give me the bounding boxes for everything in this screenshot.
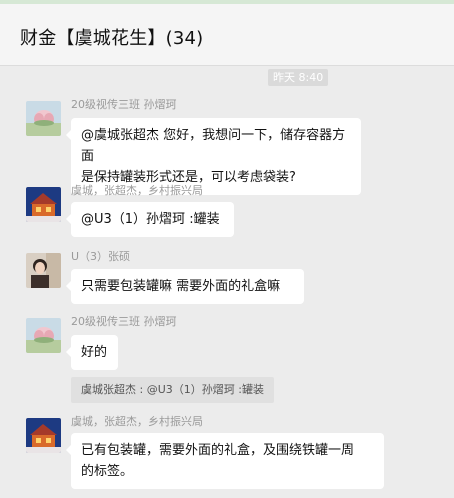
avatar[interactable] <box>26 187 61 222</box>
message-line: 只需要包装罐嘛 需要外面的礼盒嘛 <box>81 279 281 294</box>
sender-name: U（3）张硕 <box>71 250 131 263</box>
message-line: 的标签。 <box>81 464 134 479</box>
message-line: 好的 <box>81 345 108 360</box>
sender-name: 20级视传三班 孙熠珂 <box>71 315 177 328</box>
message-line: @虞城张超杰 您好，我想问一下，储存容器方面 <box>81 128 346 164</box>
sender-name: 虞城，张超杰，乡村振兴局 <box>71 184 203 197</box>
avatar[interactable] <box>26 318 61 353</box>
avatar[interactable] <box>26 101 61 136</box>
avatar[interactable] <box>26 253 61 288</box>
quoted-message[interactable]: 虞城张超杰 : @U3（1）孙熠珂 :罐装 <box>71 377 274 403</box>
avatar-lotus-image <box>26 318 61 353</box>
message-bubble[interactable]: 已有包装罐，需要外面的礼盒，及围绕铁罐一周 的标签。 <box>66 433 384 489</box>
timestamp-divider: 昨天 8:40 <box>268 69 329 86</box>
avatar[interactable] <box>26 418 61 453</box>
message-line: @U3（1）孙熠珂 :罐装 <box>81 212 220 227</box>
avatar-house-image <box>26 187 61 222</box>
message-line: 已有包装罐，需要外面的礼盒，及围绕铁罐一周 <box>81 443 355 458</box>
message-bubble[interactable]: @U3（1）孙熠珂 :罐装 <box>66 202 234 237</box>
message-bubble[interactable]: 好的 <box>66 335 118 370</box>
sender-name: 20级视传三班 孙熠珂 <box>71 98 177 111</box>
avatar-lotus-image <box>26 101 61 136</box>
sender-name: 虞城，张超杰，乡村振兴局 <box>71 415 203 428</box>
avatar-person-image <box>26 253 61 288</box>
avatar-house-image <box>26 418 61 453</box>
chat-header: 财金【虞城花生】(34) <box>0 4 454 66</box>
message-bubble[interactable]: 只需要包装罐嘛 需要外面的礼盒嘛 <box>66 269 304 304</box>
chat-title[interactable]: 财金【虞城花生】(34) <box>20 24 203 50</box>
